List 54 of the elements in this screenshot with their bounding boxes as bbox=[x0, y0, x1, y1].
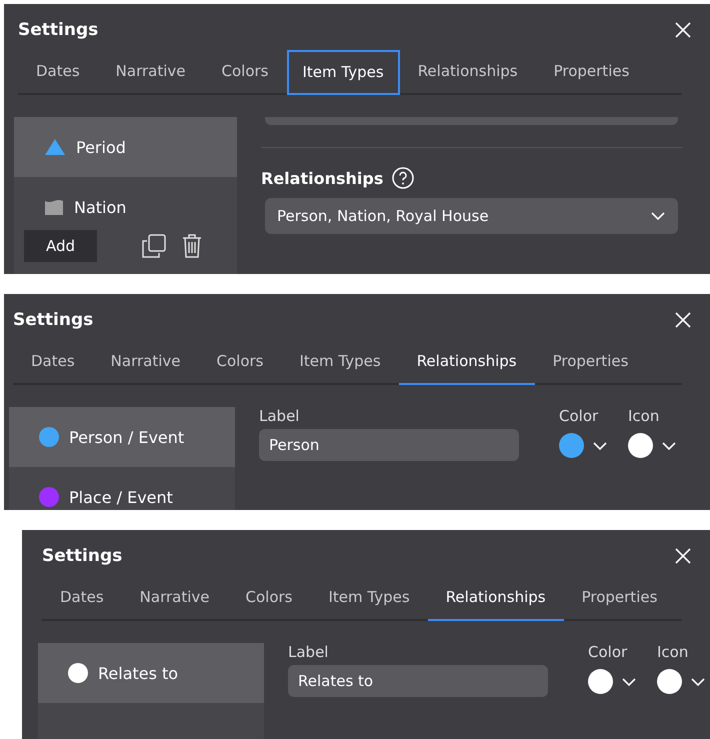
field-label: Color bbox=[559, 407, 600, 425]
tab[interactable]: Item Types bbox=[310, 576, 428, 621]
dialog-title: Settings bbox=[18, 20, 98, 40]
chevron-down-icon bbox=[661, 440, 677, 450]
close-icon[interactable] bbox=[674, 21, 692, 39]
field-label: Icon bbox=[657, 643, 690, 661]
tab[interactable]: Narrative bbox=[98, 50, 204, 95]
tab[interactable]: Colors bbox=[204, 50, 286, 95]
tab[interactable]: Properties bbox=[564, 576, 676, 621]
tab[interactable]: Colors bbox=[228, 576, 310, 621]
list-item[interactable]: Nation bbox=[14, 177, 237, 224]
tab[interactable]: Item Types bbox=[282, 340, 399, 385]
chevron-down-icon bbox=[592, 440, 608, 450]
item-label: Nation bbox=[74, 198, 126, 216]
field-label: Label bbox=[288, 643, 330, 661]
tab[interactable]: Properties bbox=[534, 340, 646, 385]
add-button[interactable]: Add bbox=[24, 230, 98, 262]
tab[interactable]: Dates bbox=[42, 576, 122, 621]
item-label: Period bbox=[76, 138, 126, 156]
item-label: Place / Event bbox=[69, 488, 173, 506]
section-title: Relationships bbox=[261, 168, 384, 188]
close-icon[interactable] bbox=[674, 311, 692, 329]
list-item[interactable]: Relates to bbox=[38, 643, 264, 703]
tab[interactable]: Relationships bbox=[428, 576, 564, 621]
chevron-down-icon bbox=[690, 676, 706, 686]
field-label: Color bbox=[588, 643, 628, 661]
help-icon[interactable] bbox=[391, 166, 416, 190]
tab[interactable]: Relationships bbox=[398, 340, 535, 385]
close-icon[interactable] bbox=[674, 547, 692, 565]
dialog-title: Settings bbox=[42, 546, 122, 566]
trash-icon[interactable] bbox=[181, 233, 204, 259]
label-input[interactable]: Person bbox=[259, 429, 519, 461]
item-label: Person / Event bbox=[69, 428, 184, 446]
list-item[interactable]: Period bbox=[14, 117, 237, 177]
tab[interactable]: Dates bbox=[18, 50, 98, 95]
item-label: Relates to bbox=[98, 664, 178, 682]
list-item[interactable]: Place / Event bbox=[9, 467, 235, 510]
tab[interactable]: Relationships bbox=[400, 50, 536, 95]
chevron-down-icon bbox=[650, 211, 666, 221]
tab[interactable]: Narrative bbox=[92, 340, 199, 385]
copy-icon[interactable] bbox=[141, 233, 168, 259]
field-label: Icon bbox=[628, 407, 660, 425]
tab[interactable]: Item Types bbox=[286, 50, 400, 95]
relationships-dropdown[interactable]: Person, Nation, Royal House bbox=[265, 198, 678, 234]
tab[interactable]: Narrative bbox=[122, 576, 228, 621]
tab[interactable]: Dates bbox=[13, 340, 93, 385]
field-label: Label bbox=[259, 407, 300, 425]
list-item[interactable]: Person / Event bbox=[9, 407, 235, 467]
chevron-down-icon bbox=[621, 676, 637, 686]
tab[interactable]: Properties bbox=[536, 50, 648, 95]
label-input[interactable]: Relates to bbox=[288, 665, 548, 697]
dialog-title: Settings bbox=[13, 310, 94, 330]
tab[interactable]: Colors bbox=[198, 340, 282, 385]
dropdown-value: Person, Nation, Royal House bbox=[277, 207, 489, 225]
